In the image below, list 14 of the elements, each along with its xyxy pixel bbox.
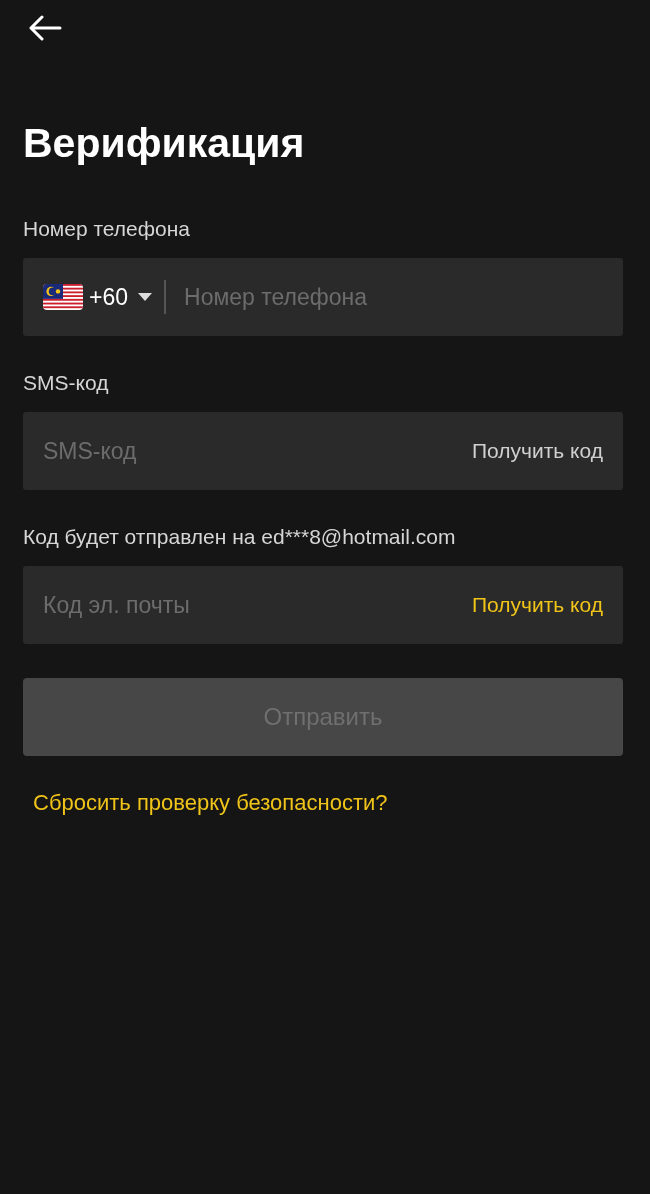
get-code-button[interactable]: Получить код (471, 593, 603, 617)
country-code[interactable]: +60 (89, 283, 128, 311)
input-field[interactable]: Код эл. почты Получить код (23, 566, 623, 644)
back-arrow-icon[interactable] (28, 15, 62, 41)
input-field[interactable]: SMS-код Получить код (23, 412, 623, 490)
caret-icon[interactable] (138, 293, 152, 301)
field-label: SMS-код (23, 370, 110, 396)
input-field[interactable]: +60 Номер телефона (23, 258, 623, 336)
field-label: Код будет отправлен на ed***8@hotmail.com (23, 524, 457, 550)
get-code-button[interactable]: Получить код (471, 439, 603, 463)
flag-icon[interactable] (43, 284, 83, 310)
page-title: Верификация (23, 119, 306, 168)
reset-security-link[interactable]: Сбросить проверку безопасности? (33, 790, 388, 815)
field-label: Номер телефона (23, 216, 191, 242)
